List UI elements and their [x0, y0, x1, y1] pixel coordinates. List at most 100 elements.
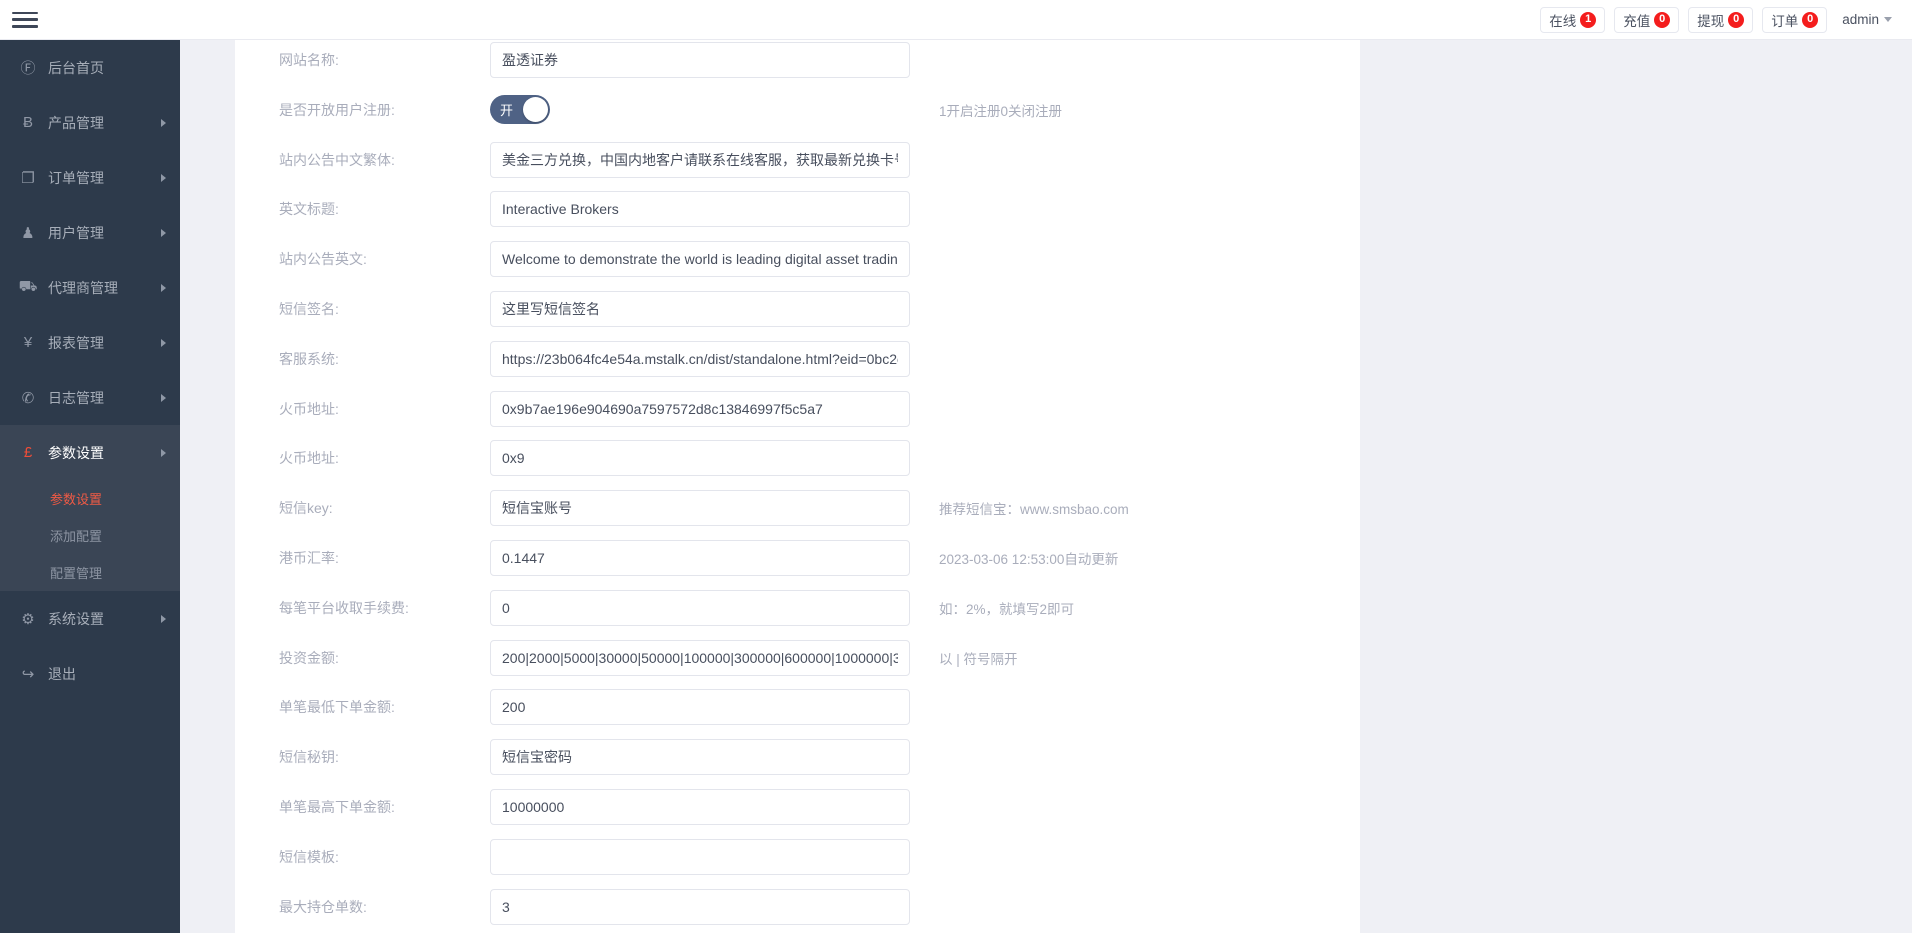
sidebar-item-用户管理[interactable]: ♟ 用户管理 [0, 205, 180, 260]
chevron-right-icon [161, 338, 166, 347]
input-短信模板[interactable] [490, 838, 910, 875]
form-row: 客服系统: [235, 339, 1360, 379]
sidebar-item-后台首页[interactable]: Ⓕ 后台首页 [0, 40, 180, 95]
sidebar-item-label: 代理商管理 [48, 279, 118, 296]
field-hint: 以 | 符号隔开 [939, 651, 1018, 667]
hamburger-icon[interactable] [10, 9, 40, 31]
input-火币地址[interactable] [490, 390, 910, 427]
toggle-state-label: 开 [500, 103, 514, 119]
form-field [490, 739, 910, 776]
sidebar-group-settings: £ 参数设置 参数设置 添加配置 配置管理 [0, 425, 180, 591]
gears-icon: ⚙ [21, 610, 35, 628]
field-hint: 推荐短信宝：www.smsbao.com [939, 502, 1129, 518]
sidebar-subitem-label: 参数设置 [50, 492, 103, 507]
input-单笔最高下单金额[interactable] [490, 788, 910, 825]
users-group-icon: ⛟ [18, 278, 38, 295]
form-row: 投资金额: 以 | 符号隔开 [235, 638, 1360, 678]
form-row: 英文标题: [235, 189, 1360, 229]
recharge-label: 充值 [1623, 13, 1651, 29]
input-站内公告中文繁体[interactable] [490, 141, 910, 178]
input-火币地址[interactable] [490, 440, 910, 477]
user-icon: ♟ [21, 224, 35, 242]
form-label: 短信签名: [279, 300, 339, 317]
sidebar-item-label: 后台首页 [48, 59, 104, 76]
form-row: 短信模板: [235, 837, 1360, 877]
form-row: 火币地址: [235, 438, 1360, 478]
sidebar-subitem-参数设置[interactable]: 参数设置 [0, 480, 180, 517]
order-badge: 0 [1802, 11, 1819, 28]
form-row: 最大持仓单数: [235, 887, 1360, 927]
sidebar-item-产品管理[interactable]: Ƀ 产品管理 [0, 95, 180, 150]
sidebar-item-参数设置[interactable]: £ 参数设置 [0, 425, 180, 480]
hamburger-bar [12, 18, 38, 21]
form-row: 每笔平台收取手续费: 如：2%，就填写2即可 [235, 588, 1360, 628]
form-label: 英文标题: [279, 201, 339, 218]
input-短信签名[interactable] [490, 290, 910, 327]
form-label: 客服系统: [279, 350, 339, 367]
withdraw-label: 提现 [1697, 13, 1725, 29]
form-field [490, 390, 910, 427]
form-label: 短信秘钥: [279, 749, 339, 766]
input-网站名称[interactable] [490, 42, 910, 78]
registration-toggle[interactable]: 开 [490, 95, 550, 125]
sidebar-subitem-添加配置[interactable]: 添加配置 [0, 517, 180, 554]
sidebar-item-退出[interactable]: ↪ 退出 [0, 646, 180, 701]
chevron-right-icon [161, 393, 166, 402]
form-row: 短信签名: [235, 289, 1360, 329]
order-label: 订单 [1771, 13, 1799, 29]
form-field [490, 241, 910, 278]
admin-menu[interactable]: admin [1836, 7, 1898, 33]
admin-label: admin [1842, 12, 1879, 27]
input-港币汇率[interactable] [490, 539, 910, 576]
chevron-right-icon [161, 614, 166, 623]
form-row: 火币地址: [235, 389, 1360, 429]
form-label: 网站名称: [279, 52, 339, 68]
recharge-count-button[interactable]: 充值 0 [1614, 6, 1680, 33]
input-站内公告英文[interactable] [490, 241, 910, 278]
input-单笔最低下单金额[interactable] [490, 689, 910, 726]
input-英文标题[interactable] [490, 191, 910, 228]
form-label: 火币地址: [279, 450, 339, 467]
form-field [490, 788, 910, 825]
form-field [490, 838, 910, 875]
yen-icon: ¥ [23, 334, 33, 351]
sidebar-item-label: 产品管理 [48, 114, 104, 131]
sidebar: Ⓕ 后台首页 Ƀ 产品管理 ❐ 订单管理 ♟ 用户管理 ⛟ 代理商管理 ¥ 报表管理 ✆ 日志管理 £ 参… [0, 40, 180, 933]
form-field [490, 340, 910, 377]
form-field [490, 141, 910, 178]
withdraw-badge: 0 [1728, 11, 1745, 28]
form-field [490, 290, 910, 327]
header-actions: 在线 1 充值 0 提现 0 订单 0 admin [1540, 6, 1912, 33]
form-row: 短信key: 推荐短信宝：www.smsbao.com [235, 488, 1360, 528]
chevron-right-icon [161, 173, 166, 182]
sidebar-subitem-配置管理[interactable]: 配置管理 [0, 554, 180, 591]
form-field [490, 42, 910, 78]
sidebar-subitem-label: 配置管理 [50, 566, 103, 581]
sidebar-item-报表管理[interactable]: ¥ 报表管理 [0, 315, 180, 370]
withdraw-count-button[interactable]: 提现 0 [1688, 6, 1754, 33]
top-header: 在线 1 充值 0 提现 0 订单 0 admin [0, 0, 1912, 40]
input-每笔平台收取手续费[interactable] [490, 589, 910, 626]
chevron-down-icon [1884, 17, 1892, 22]
form-label: 火币地址: [279, 400, 339, 417]
sidebar-item-订单管理[interactable]: ❐ 订单管理 [0, 150, 180, 205]
sidebar-item-代理商管理[interactable]: ⛟ 代理商管理 [0, 260, 180, 315]
online-label: 在线 [1549, 13, 1577, 29]
input-最大持仓单数[interactable] [490, 888, 910, 925]
input-短信秘钥[interactable] [490, 739, 910, 776]
field-hint: 1开启注册0关闭注册 [939, 103, 1063, 119]
sidebar-item-日志管理[interactable]: ✆ 日志管理 [0, 370, 180, 425]
sidebar-item-label: 日志管理 [48, 389, 104, 406]
form-field [490, 440, 910, 477]
sidebar-item-系统设置[interactable]: ⚙ 系统设置 [0, 591, 180, 646]
form-row: 是否开放用户注册: 开 1开启注册0关闭注册 [235, 90, 1360, 130]
logout-icon: ↪ [21, 665, 35, 683]
bitcoin-icon: Ƀ [22, 114, 33, 131]
online-count-button[interactable]: 在线 1 [1540, 6, 1606, 33]
order-count-button[interactable]: 订单 0 [1762, 6, 1828, 33]
input-客服系统[interactable] [490, 340, 910, 377]
input-投资金额[interactable] [490, 639, 910, 676]
form-label: 每笔平台收取手续费: [279, 599, 409, 616]
sidebar-item-label: 系统设置 [48, 610, 104, 627]
input-短信key[interactable] [490, 490, 910, 527]
